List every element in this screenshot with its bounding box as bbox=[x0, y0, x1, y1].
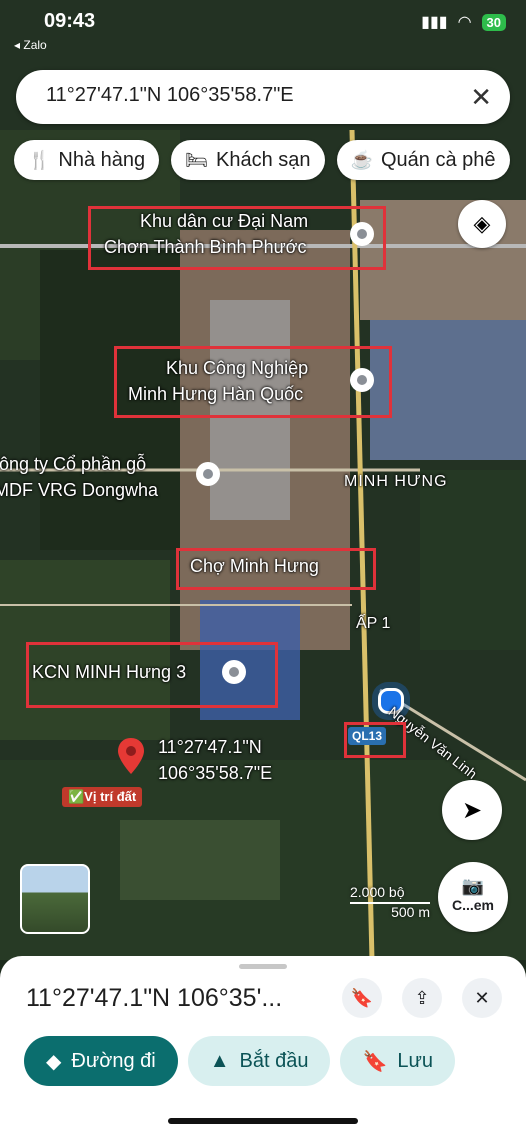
start-button[interactable]: ▲ Bắt đầu bbox=[187, 1036, 331, 1086]
directions-button[interactable]: ◆ Đường đi bbox=[24, 1036, 178, 1086]
place-sheet: 11°27'47.1"N 106°35'... 🔖 ⇪ ✕ ◆ Đường đi … bbox=[0, 956, 526, 1137]
layers-icon: ◈ bbox=[473, 211, 491, 236]
map-scale: 2.000 bộ 500 m bbox=[350, 884, 430, 920]
category-chips: 🍴 Nhà hàng 🛏 Khách sạn ☕ Quán cà phê bbox=[14, 140, 510, 180]
status-bar: 09:43 ◂ Zalo ▮▮▮ ◠ 30 bbox=[0, 8, 526, 52]
bookmark-icon: 🔖 bbox=[362, 1050, 388, 1073]
search-query[interactable]: 11°27'47.1"N 106°35'58.7"E bbox=[46, 84, 294, 107]
home-indicator bbox=[168, 1118, 358, 1124]
wifi-icon: ◠ bbox=[457, 14, 472, 31]
place-label[interactable]: Khu Công Nghiệp bbox=[166, 356, 308, 380]
battery-icon: 30 bbox=[481, 13, 506, 31]
place-label[interactable]: Chơn Thành Bình Phước bbox=[104, 235, 306, 259]
place-label[interactable]: Công ty Cổ phần gỗ bbox=[0, 452, 146, 476]
search-bar[interactable]: 11°27'47.1"N 106°35'58.7"E ✕ bbox=[16, 70, 510, 124]
place-label[interactable]: Minh Hưng Hàn Quốc bbox=[128, 382, 303, 406]
clock: 09:43 bbox=[44, 10, 96, 32]
street-view-thumbnail[interactable] bbox=[20, 864, 90, 934]
status-icons: ▮▮▮ ◠ 30 bbox=[421, 12, 506, 32]
place-label[interactable]: KCN MINH Hưng 3 bbox=[32, 660, 186, 684]
scale-meters: 500 m bbox=[391, 904, 430, 920]
close-icon[interactable]: ✕ bbox=[470, 82, 492, 113]
chip-restaurants[interactable]: 🍴 Nhà hàng bbox=[14, 140, 160, 180]
cafe-icon: ☕ bbox=[350, 149, 373, 170]
save-icon-button[interactable]: 🔖 bbox=[342, 978, 382, 1018]
place-pin-icon[interactable] bbox=[222, 660, 246, 684]
place-label[interactable]: Chợ Minh Hưng bbox=[190, 554, 319, 578]
save-button[interactable]: 🔖 Lưu bbox=[340, 1036, 456, 1086]
navigation-icon: ▲ bbox=[209, 1049, 230, 1072]
close-sheet-button[interactable]: ✕ bbox=[462, 978, 502, 1018]
camera-button[interactable]: 📷 C...em bbox=[438, 862, 508, 932]
bookmark-icon: 🔖 bbox=[350, 987, 374, 1008]
share-button[interactable]: ⇪ bbox=[402, 978, 442, 1018]
sheet-drag-handle[interactable] bbox=[239, 964, 287, 969]
area-label: MINH HƯNG bbox=[344, 473, 448, 490]
place-pin-icon[interactable] bbox=[196, 462, 220, 486]
layers-button[interactable]: ◈ bbox=[458, 200, 506, 248]
share-icon: ⇪ bbox=[414, 987, 430, 1008]
chip-hotels[interactable]: 🛏 Khách sạn bbox=[171, 140, 325, 180]
back-to-app[interactable]: ◂ Zalo bbox=[14, 38, 47, 52]
land-location-tag: ✅Vị trí đất bbox=[62, 787, 143, 807]
chip-label: Nhà hàng bbox=[58, 148, 146, 171]
camera-label: C...em bbox=[451, 897, 494, 913]
place-label[interactable]: MDF VRG Dongwha bbox=[0, 478, 158, 502]
place-title: 11°27'47.1"N 106°35'... bbox=[26, 984, 283, 1012]
navigation-arrow-icon: ➤ bbox=[461, 796, 483, 824]
directions-icon: ◆ bbox=[46, 1050, 62, 1073]
restaurant-icon: 🍴 bbox=[28, 149, 51, 170]
action-label: Bắt đầu bbox=[239, 1049, 309, 1072]
signal-icon: ▮▮▮ bbox=[421, 14, 448, 31]
chip-cafes[interactable]: ☕ Quán cà phê bbox=[336, 140, 510, 180]
place-pin-icon[interactable] bbox=[350, 222, 374, 246]
camera-icon: 📷 bbox=[461, 876, 485, 896]
action-label: Lưu bbox=[397, 1049, 434, 1072]
navigate-button[interactable]: ➤ bbox=[442, 780, 502, 840]
action-row: ◆ Đường đi ▲ Bắt đầu 🔖 Lưu bbox=[24, 1036, 456, 1086]
area-label: ẤP 1 bbox=[356, 615, 391, 632]
pin-coord-label: 11°27'47.1"N bbox=[158, 737, 262, 757]
highway-shield: QL13 bbox=[348, 727, 387, 745]
close-icon: ✕ bbox=[474, 987, 490, 1008]
chip-label: Quán cà phê bbox=[380, 148, 496, 171]
hotel-icon: 🛏 bbox=[185, 149, 209, 170]
pin-coord-label: 106°35'58.7"E bbox=[158, 763, 273, 783]
place-pin-icon[interactable] bbox=[350, 368, 374, 392]
place-label[interactable]: Khu dân cư Đại Nam bbox=[140, 209, 308, 233]
scale-feet: 2.000 bộ bbox=[350, 884, 405, 900]
chip-label: Khách sạn bbox=[216, 148, 311, 171]
dropped-pin-icon[interactable] bbox=[118, 738, 144, 774]
action-label: Đường đi bbox=[71, 1049, 156, 1072]
